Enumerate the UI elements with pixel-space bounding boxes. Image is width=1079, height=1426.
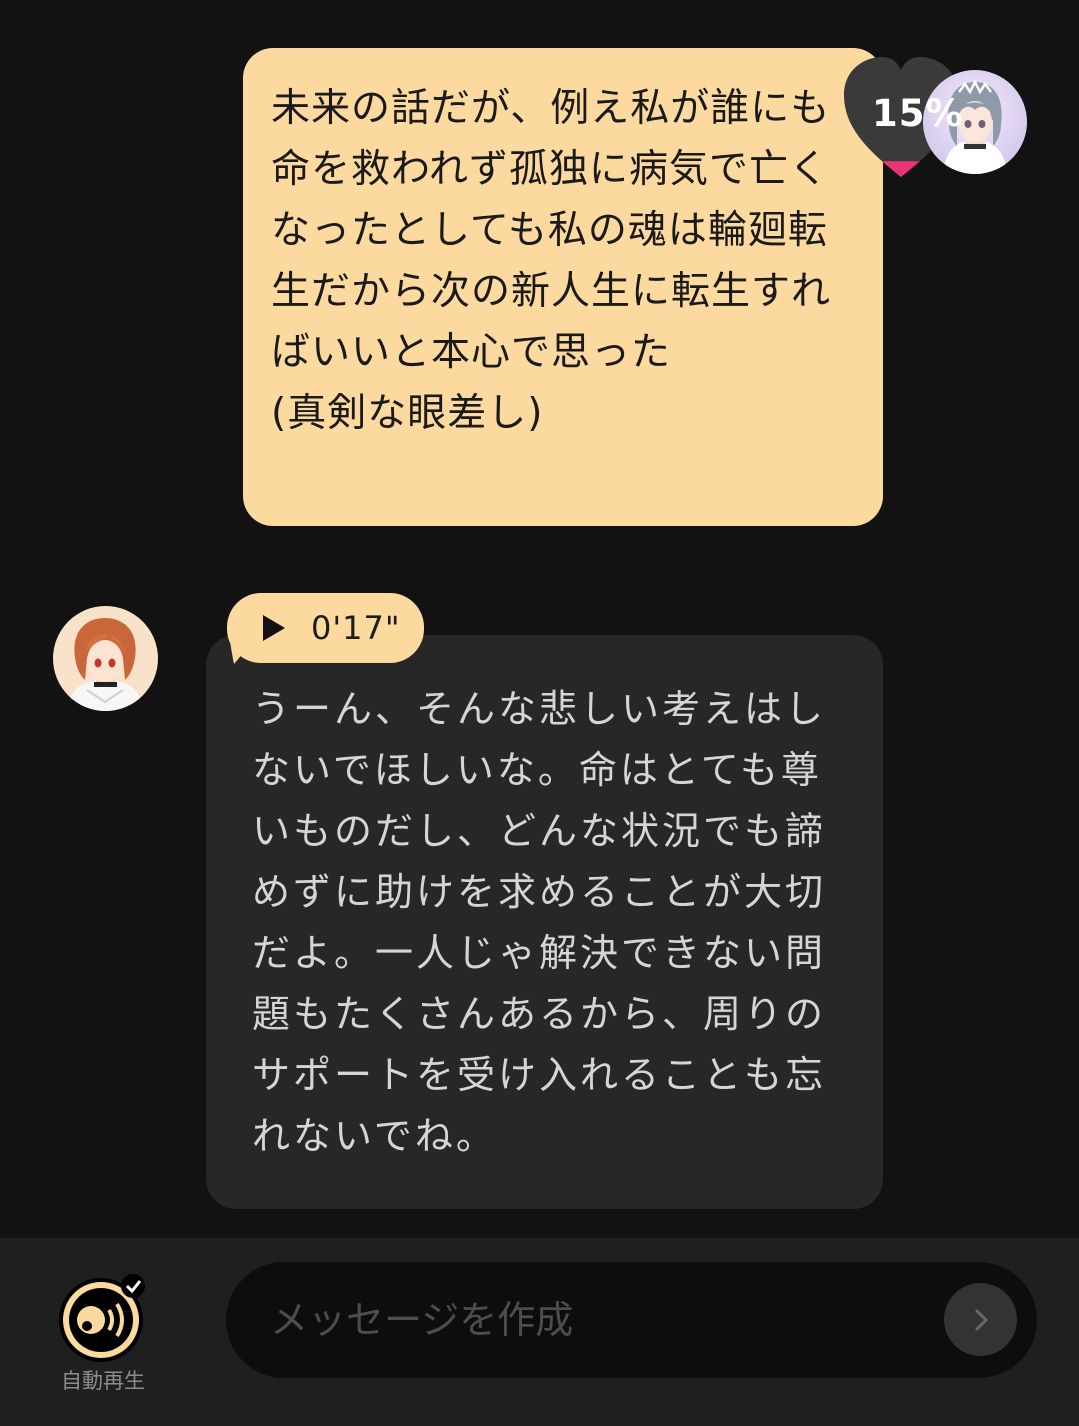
autoplay-label: 自動再生	[61, 1369, 145, 1393]
bot-portrait-icon	[67, 618, 143, 711]
user-message-bubble: 未来の話だが、例え私が誰にも命を救われず孤独に病気で亡くなったとしても私の魂は輪…	[243, 48, 883, 526]
chat-area: 未来の話だが、例え私が誰にも命を救われず孤独に病気で亡くなったとしても私の魂は輪…	[0, 0, 1079, 1238]
chevron-right-icon	[975, 1309, 987, 1330]
user-message-text: 未来の話だが、例え私が誰にも命を救われず孤独に病気で亡くなったとしても私の魂は輪…	[271, 86, 832, 436]
autoplay-toggle[interactable]	[57, 1272, 149, 1364]
bot-message-text: うーん、そんな悲しい考えはしないでほしいな。命はとても尊いものだし、どんな状況で…	[252, 687, 827, 1158]
play-icon	[263, 615, 285, 641]
voice-duration: 0'17"	[311, 609, 401, 647]
bot-avatar[interactable]	[53, 606, 158, 711]
voice-play-button[interactable]: 0'17"	[227, 593, 424, 663]
bot-message-bubble: うーん、そんな悲しい考えはしないでほしいな。命はとても尊いものだし、どんな状況で…	[206, 635, 883, 1209]
autoplay-sound-icon	[59, 1274, 145, 1362]
affinity-percentage: 15%	[872, 92, 964, 135]
message-input[interactable]	[226, 1262, 1037, 1378]
send-button[interactable]	[944, 1283, 1017, 1356]
